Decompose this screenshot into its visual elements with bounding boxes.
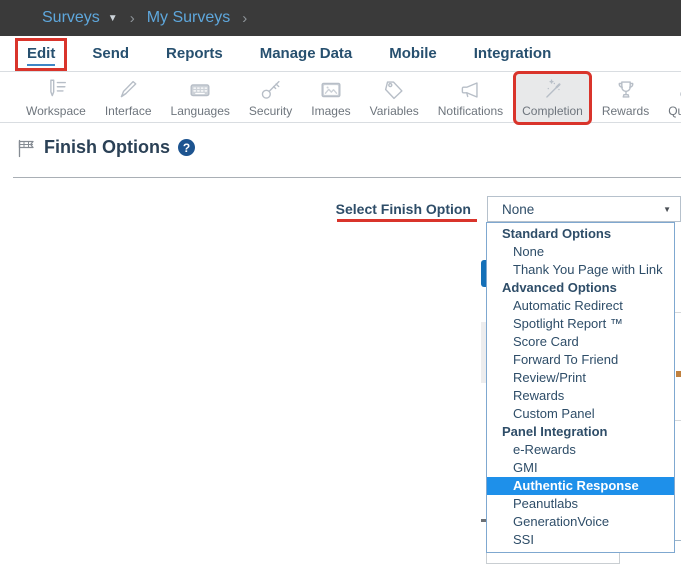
toolbar-item-workspace[interactable]: Workspace (20, 74, 92, 122)
finish-option-select[interactable]: None ▼ (487, 196, 681, 222)
tag-icon (381, 77, 407, 103)
breadcrumb-separator-icon: › (130, 10, 135, 27)
obscured-line-fragment (675, 420, 681, 421)
dropdown-option-none[interactable]: None (487, 243, 674, 261)
menu-item-label: Mobile (389, 45, 437, 62)
page-title: Finish Options (44, 137, 170, 158)
toolbar-item-label: Workspace (26, 104, 86, 118)
toolbar-item-label: Security (249, 104, 292, 118)
toolbar-item-label: Notifications (438, 104, 503, 118)
menu-item-manage-data[interactable]: Manage Data (260, 45, 353, 62)
help-icon[interactable]: ? (178, 139, 195, 156)
page-heading: Finish Options ? (16, 137, 195, 158)
chevron-down-icon[interactable]: ▼ (108, 13, 118, 24)
breadcrumb-separator-icon: › (242, 10, 247, 27)
toolbar-item-label: Completion (522, 104, 583, 118)
toolbar-item-label: Rewards (602, 104, 649, 118)
dropdown-option-thank-you-page-with-link[interactable]: Thank You Page with Link (487, 261, 674, 279)
toolbar-item-label: Interface (105, 104, 152, 118)
dropdown-option-spotlight-report[interactable]: Spotlight Report ™ (487, 315, 674, 333)
toolbar-item-images[interactable]: Images (305, 74, 356, 122)
dropdown-option-forward-to-friend[interactable]: Forward To Friend (487, 351, 674, 369)
breadcrumb-surveys-link[interactable]: Surveys (42, 9, 100, 27)
obscured-line-fragment (675, 312, 681, 313)
menu-item-label: Edit (27, 45, 55, 66)
dropdown-option-rewards[interactable]: Rewards (487, 387, 674, 405)
toolbar-item-languages[interactable]: Languages (165, 74, 236, 122)
magic-wand-icon (539, 77, 565, 103)
menu-item-label: Integration (474, 45, 552, 62)
dropdown-option-gmi[interactable]: GMI (487, 459, 674, 477)
dropdown-option-score-card[interactable]: Score Card (487, 333, 674, 351)
menu-item-reports[interactable]: Reports (166, 45, 223, 62)
dropdown-option-authentic-response[interactable]: Authentic Response (487, 477, 674, 495)
dropdown-option-custom-panel[interactable]: Custom Panel (487, 405, 674, 423)
main-menu-bar: Edit Send Reports Manage Data Mobile Integrat… (0, 36, 681, 72)
menu-item-integration[interactable]: Integration (474, 45, 552, 62)
trophy-icon (613, 77, 639, 103)
megaphone-icon (457, 77, 483, 103)
keyboard-icon (187, 77, 213, 103)
chain-links-icon (675, 77, 681, 103)
key-icon (258, 77, 284, 103)
toolbar-item-interface[interactable]: Interface (99, 74, 158, 122)
toolbar-item-label: Images (311, 104, 350, 118)
toolbar-item-rewards[interactable]: Rewards (596, 74, 655, 122)
section-divider (13, 177, 681, 178)
toolbar-item-security[interactable]: Security (243, 74, 298, 122)
dropdown-group-panel-integration: Panel Integration (487, 423, 674, 441)
finish-option-dropdown-list: Standard OptionsNoneThank You Page with … (486, 222, 675, 553)
toolbar-item-label: Variables (370, 104, 419, 118)
menu-item-edit[interactable]: Edit (18, 41, 64, 68)
dropdown-group-advanced-options: Advanced Options (487, 279, 674, 297)
edit-icon-toolbar: Workspace Interface Languages Security Image… (0, 72, 681, 123)
dropdown-option-generationvoice[interactable]: GenerationVoice (487, 513, 674, 531)
dropdown-option-automatic-redirect[interactable]: Automatic Redirect (487, 297, 674, 315)
breadcrumb-my-surveys-link[interactable]: My Surveys (147, 9, 231, 27)
toolbar-item-notifications[interactable]: Notifications (432, 74, 509, 122)
menu-item-send[interactable]: Send (92, 45, 129, 62)
toolbar-item-label: Languages (171, 104, 230, 118)
dropdown-option-review-print[interactable]: Review/Print (487, 369, 674, 387)
menu-item-label: Manage Data (260, 45, 353, 62)
toolbar-item-label: Quotas (668, 104, 681, 118)
finish-option-selected-value: None (502, 202, 534, 217)
toolbar-item-completion[interactable]: Completion (516, 74, 589, 122)
select-dropdown-arrow-icon[interactable]: ▼ (663, 205, 671, 214)
paintbrush-icon (115, 77, 141, 103)
dropdown-option-ssi[interactable]: SSI (487, 531, 674, 549)
menu-item-label: Send (92, 45, 129, 62)
pencil-list-icon (43, 77, 69, 103)
dropdown-group-standard-options: Standard Options (487, 225, 674, 243)
obscured-line-fragment (675, 540, 681, 541)
select-finish-option-label: Select Finish Option (330, 201, 471, 217)
finish-flag-icon (16, 138, 36, 158)
obscured-icon-fragment (676, 371, 681, 377)
menu-item-mobile[interactable]: Mobile (389, 45, 437, 62)
toolbar-item-quotas[interactable]: Quotas (662, 74, 681, 122)
toolbar-item-variables[interactable]: Variables (364, 74, 425, 122)
menu-item-label: Reports (166, 45, 223, 62)
dropdown-option-e-rewards[interactable]: e-Rewards (487, 441, 674, 459)
red-underline-annotation (337, 219, 477, 222)
image-icon (318, 77, 344, 103)
top-navigation-bar: Surveys ▼ › My Surveys › (0, 0, 681, 36)
dropdown-option-peanutlabs[interactable]: Peanutlabs (487, 495, 674, 513)
